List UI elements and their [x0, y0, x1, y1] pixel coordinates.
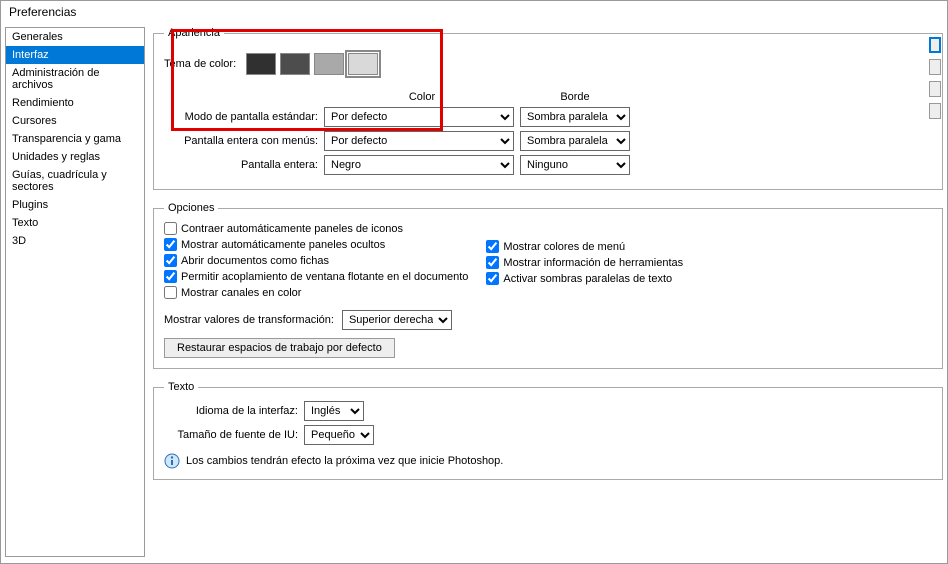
texto-title: Texto [164, 381, 198, 393]
row1-color-select[interactable]: Por defecto [324, 131, 514, 151]
cb-left-0[interactable] [164, 222, 177, 235]
apariencia-group: Apariencia Tema de color: Color Borde Mo… [153, 27, 943, 190]
cb-left-3[interactable] [164, 270, 177, 283]
texto-group: Texto Idioma de la interfaz: Inglés Tama… [153, 381, 943, 480]
opt-left-3[interactable]: Permitir acoplamiento de ventana flotant… [164, 270, 468, 283]
cb-left-2[interactable] [164, 254, 177, 267]
info-icon [164, 453, 180, 469]
row2-border-select[interactable]: Ninguno [520, 155, 630, 175]
lang-select[interactable]: Inglés [304, 401, 364, 421]
transform-label: Mostrar valores de transformación: [164, 314, 334, 326]
restore-workspaces-button[interactable]: Restaurar espacios de trabajo por defect… [164, 338, 395, 358]
row0-color-select[interactable]: Por defecto [324, 107, 514, 127]
sidebar-item-3d[interactable]: 3D [6, 232, 144, 250]
color-swatch-3[interactable] [348, 53, 378, 75]
sidebar-item-interfaz[interactable]: Interfaz [6, 46, 144, 64]
opt-left-4[interactable]: Mostrar canales en color [164, 286, 468, 299]
sidebar-item-file-handling[interactable]: Administración de archivos [6, 64, 144, 94]
sidebar-item-performance[interactable]: Rendimiento [6, 94, 144, 112]
color-swatch-0[interactable] [246, 53, 276, 75]
color-swatch-1[interactable] [280, 53, 310, 75]
category-sidebar: Generales Interfaz Administración de arc… [5, 27, 145, 557]
row0-label: Modo de pantalla estándar: [164, 111, 324, 123]
cb-right-0[interactable] [486, 240, 499, 253]
cb-right-2[interactable] [486, 272, 499, 285]
row0-border-select[interactable]: Sombra paralela [520, 107, 630, 127]
row1-border-select[interactable]: Sombra paralela [520, 131, 630, 151]
lang-label: Idioma de la interfaz: [164, 405, 304, 417]
tema-label: Tema de color: [164, 58, 236, 70]
sidebar-item-cursors[interactable]: Cursores [6, 112, 144, 130]
row2-color-select[interactable]: Negro [324, 155, 514, 175]
row2-label: Pantalla entera: [164, 159, 324, 171]
sidebar-item-plugins[interactable]: Plugins [6, 196, 144, 214]
cb-left-1[interactable] [164, 238, 177, 251]
sidebar-item-guides[interactable]: Guías, cuadrícula y sectores [6, 166, 144, 196]
sidebar-item-transparency[interactable]: Transparencia y gama [6, 130, 144, 148]
opciones-title: Opciones [164, 202, 218, 214]
transform-select[interactable]: Superior derecha [342, 310, 452, 330]
font-select[interactable]: Pequeño [304, 425, 374, 445]
info-text: Los cambios tendrán efecto la próxima ve… [186, 455, 503, 467]
hdr-color: Color [324, 91, 520, 103]
opt-right-0[interactable]: Mostrar colores de menú [486, 240, 683, 253]
opt-right-2[interactable]: Activar sombras paralelas de texto [486, 272, 683, 285]
hdr-spacer [164, 91, 324, 103]
row1-label: Pantalla entera con menús: [164, 135, 324, 147]
hdr-border: Borde [520, 91, 630, 103]
sidebar-item-generales[interactable]: Generales [6, 28, 144, 46]
cb-right-1[interactable] [486, 256, 499, 269]
opt-left-0[interactable]: Contraer automáticamente paneles de icon… [164, 222, 468, 235]
sidebar-item-type[interactable]: Texto [6, 214, 144, 232]
opt-left-1[interactable]: Mostrar automáticamente paneles ocultos [164, 238, 468, 251]
preferences-window: Preferencias Generales Interfaz Administ… [0, 0, 948, 564]
window-title: Preferencias [1, 1, 947, 23]
color-swatch-2[interactable] [314, 53, 344, 75]
opciones-group: Opciones Contraer automáticamente panele… [153, 202, 943, 369]
main-panel: Apariencia Tema de color: Color Borde Mo… [153, 27, 943, 557]
font-label: Tamaño de fuente de IU: [164, 429, 304, 441]
apariencia-title: Apariencia [164, 27, 224, 39]
sidebar-item-units[interactable]: Unidades y reglas [6, 148, 144, 166]
opt-right-1[interactable]: Mostrar información de herramientas [486, 256, 683, 269]
cb-left-4[interactable] [164, 286, 177, 299]
opt-left-2[interactable]: Abrir documentos como fichas [164, 254, 468, 267]
